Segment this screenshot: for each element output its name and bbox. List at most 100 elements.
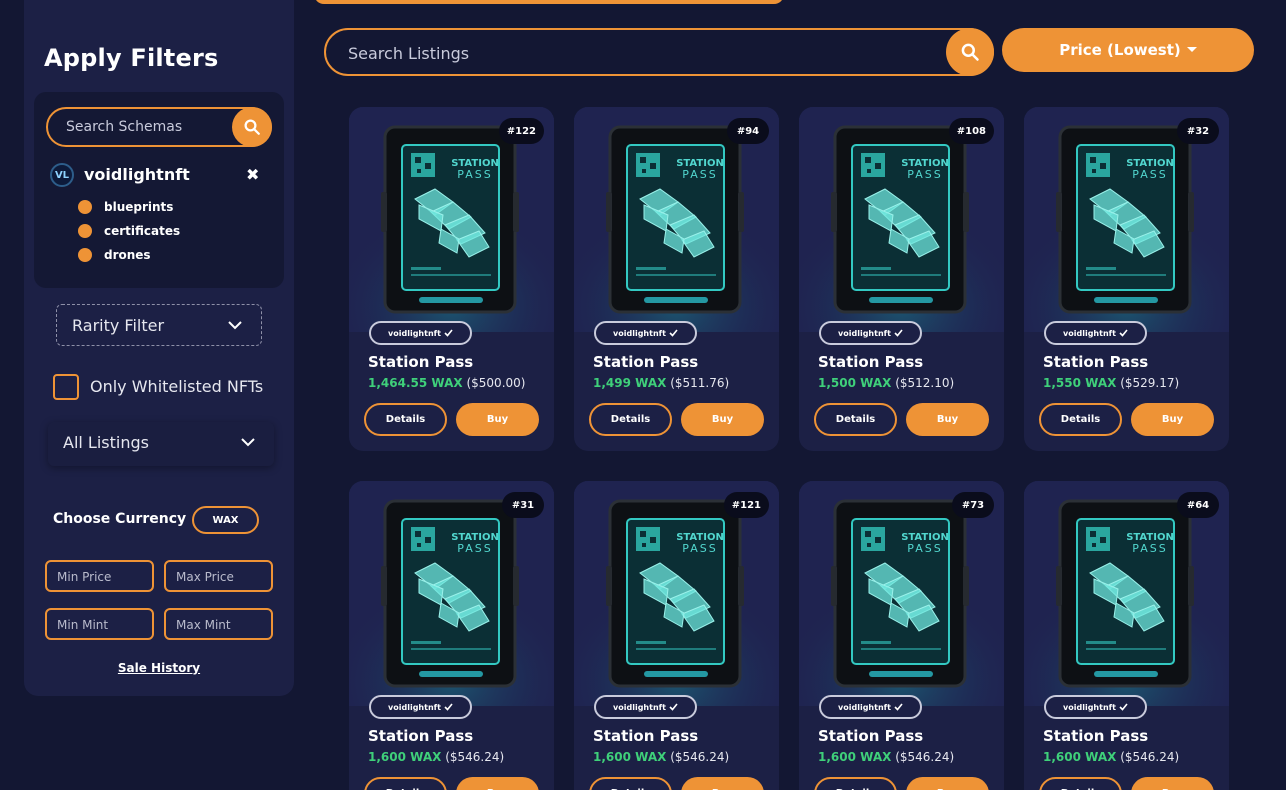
collection-badge[interactable]: voidlightnft — [594, 695, 697, 719]
whitelist-checkbox[interactable] — [53, 374, 79, 400]
schema-search-input[interactable] — [66, 117, 226, 137]
close-icon[interactable]: ✖ — [246, 165, 259, 184]
nft-image[interactable]: STATION PASS #108 — [799, 107, 1004, 332]
schema-dot — [78, 200, 92, 214]
listing-card[interactable]: STATION PASS #73 voidlightnft Station Pa… — [799, 481, 1004, 790]
price-wax: 1,550 WAX — [1043, 376, 1117, 390]
sort-label: Price (Lowest) — [1059, 41, 1181, 59]
svg-text:PASS: PASS — [682, 168, 717, 181]
buy-button[interactable]: Buy — [1131, 777, 1214, 790]
schema-search-button[interactable] — [232, 107, 272, 147]
nft-price: 1,600 WAX ($546.24) — [368, 750, 504, 764]
max-mint-input[interactable] — [176, 617, 266, 633]
nft-price: 1,600 WAX ($546.24) — [818, 750, 954, 764]
schema-dot — [78, 224, 92, 238]
collection-badge-label: voidlightnft — [613, 702, 666, 712]
svg-text:PASS: PASS — [907, 542, 942, 555]
mint-number-badge: #31 — [502, 492, 544, 518]
listings-filter-select[interactable]: All Listings — [48, 422, 274, 466]
price-wax: 1,464.55 WAX — [368, 376, 463, 390]
details-button[interactable]: Details — [589, 403, 672, 436]
buy-button[interactable]: Buy — [906, 403, 989, 436]
nft-image[interactable]: STATION PASS #64 — [1024, 481, 1229, 706]
collection-badge-label: voidlightnft — [388, 702, 441, 712]
nft-image[interactable]: STATION PASS #31 — [349, 481, 554, 706]
price-usd: ($512.10) — [895, 376, 955, 390]
nft-name: Station Pass — [1043, 727, 1149, 745]
details-button[interactable]: Details — [1039, 403, 1122, 436]
max-price-field — [164, 560, 273, 592]
nft-name: Station Pass — [593, 727, 699, 745]
min-mint-input[interactable] — [57, 617, 147, 633]
buy-button[interactable]: Buy — [456, 403, 539, 436]
listing-card[interactable]: STATION PASS #94 voidlightnft Station Pa… — [574, 107, 779, 451]
collection-badge[interactable]: voidlightnft — [594, 321, 697, 345]
nft-image[interactable]: STATION PASS #94 — [574, 107, 779, 332]
listing-card[interactable]: STATION PASS #122 voidlightnft Station P… — [349, 107, 554, 451]
collection-badge-label: voidlightnft — [613, 328, 666, 338]
nft-image[interactable]: STATION PASS #122 — [349, 107, 554, 332]
sort-dropdown[interactable]: Price (Lowest) — [1002, 28, 1254, 72]
min-mint-field — [45, 608, 154, 640]
collection-badge[interactable]: voidlightnft — [1044, 695, 1147, 719]
listing-card[interactable]: STATION PASS #108 voidlightnft Station P… — [799, 107, 1004, 451]
details-button[interactable]: Details — [1039, 777, 1122, 790]
buy-button[interactable]: Buy — [456, 777, 539, 790]
nft-image[interactable]: STATION PASS #121 — [574, 481, 779, 706]
min-price-input[interactable] — [57, 569, 147, 585]
nft-image[interactable]: STATION PASS #73 — [799, 481, 1004, 706]
collection-badge-label: voidlightnft — [1063, 702, 1116, 712]
collection-badge-label: voidlightnft — [838, 702, 891, 712]
listing-search-input[interactable] — [348, 43, 848, 63]
price-wax: 1,600 WAX — [1043, 750, 1117, 764]
rarity-filter-select[interactable]: Rarity Filter — [56, 304, 262, 346]
check-icon — [444, 703, 453, 711]
buy-button[interactable]: Buy — [681, 777, 764, 790]
collection-badge[interactable]: voidlightnft — [369, 695, 472, 719]
listing-card[interactable]: STATION PASS #121 voidlightnft Station P… — [574, 481, 779, 790]
collection-badge-label: voidlightnft — [838, 328, 891, 338]
listing-card[interactable]: STATION PASS #64 voidlightnft Station Pa… — [1024, 481, 1229, 790]
nft-image[interactable]: STATION PASS #32 — [1024, 107, 1229, 332]
listing-search-button[interactable] — [946, 28, 994, 76]
collection-badge[interactable]: voidlightnft — [1044, 321, 1147, 345]
listings-filter-label: All Listings — [63, 433, 149, 452]
details-button[interactable]: Details — [364, 777, 447, 790]
max-price-input[interactable] — [176, 569, 266, 585]
price-usd: ($511.76) — [670, 376, 730, 390]
search-icon — [244, 119, 260, 135]
check-icon — [894, 703, 903, 711]
mint-number-badge: #121 — [723, 492, 769, 518]
mint-number-badge: #32 — [1177, 118, 1219, 144]
collection-badge[interactable]: voidlightnft — [369, 321, 472, 345]
schema-label: blueprints — [104, 200, 174, 214]
check-icon — [894, 329, 903, 337]
chevron-down-icon — [241, 438, 255, 447]
check-icon — [1119, 329, 1128, 337]
schema-search — [46, 107, 272, 147]
details-button[interactable]: Details — [814, 403, 897, 436]
schema-label: drones — [104, 248, 151, 262]
details-button[interactable]: Details — [364, 403, 447, 436]
listing-card[interactable]: STATION PASS #32 voidlightnft Station Pa… — [1024, 107, 1229, 451]
sale-history-link[interactable]: Sale History — [24, 661, 294, 675]
filters-title: Apply Filters — [44, 44, 219, 72]
svg-text:PASS: PASS — [457, 168, 492, 181]
svg-text:PASS: PASS — [907, 168, 942, 181]
collection-badge[interactable]: voidlightnft — [819, 695, 922, 719]
listing-card[interactable]: STATION PASS #31 voidlightnft Station Pa… — [349, 481, 554, 790]
buy-button[interactable]: Buy — [906, 777, 989, 790]
details-button[interactable]: Details — [814, 777, 897, 790]
svg-text:PASS: PASS — [682, 542, 717, 555]
collection-badge-label: voidlightnft — [1063, 328, 1116, 338]
mint-number-badge: #122 — [498, 118, 544, 144]
whitelist-toggle[interactable]: Only Whitelisted NFTs — [53, 374, 283, 400]
buy-button[interactable]: Buy — [1131, 403, 1214, 436]
price-wax: 1,500 WAX — [818, 376, 892, 390]
currency-button[interactable]: WAX — [192, 506, 259, 534]
buy-button[interactable]: Buy — [681, 403, 764, 436]
collection-badge[interactable]: voidlightnft — [819, 321, 922, 345]
price-usd: ($546.24) — [445, 750, 505, 764]
details-button[interactable]: Details — [589, 777, 672, 790]
price-usd: ($546.24) — [670, 750, 730, 764]
